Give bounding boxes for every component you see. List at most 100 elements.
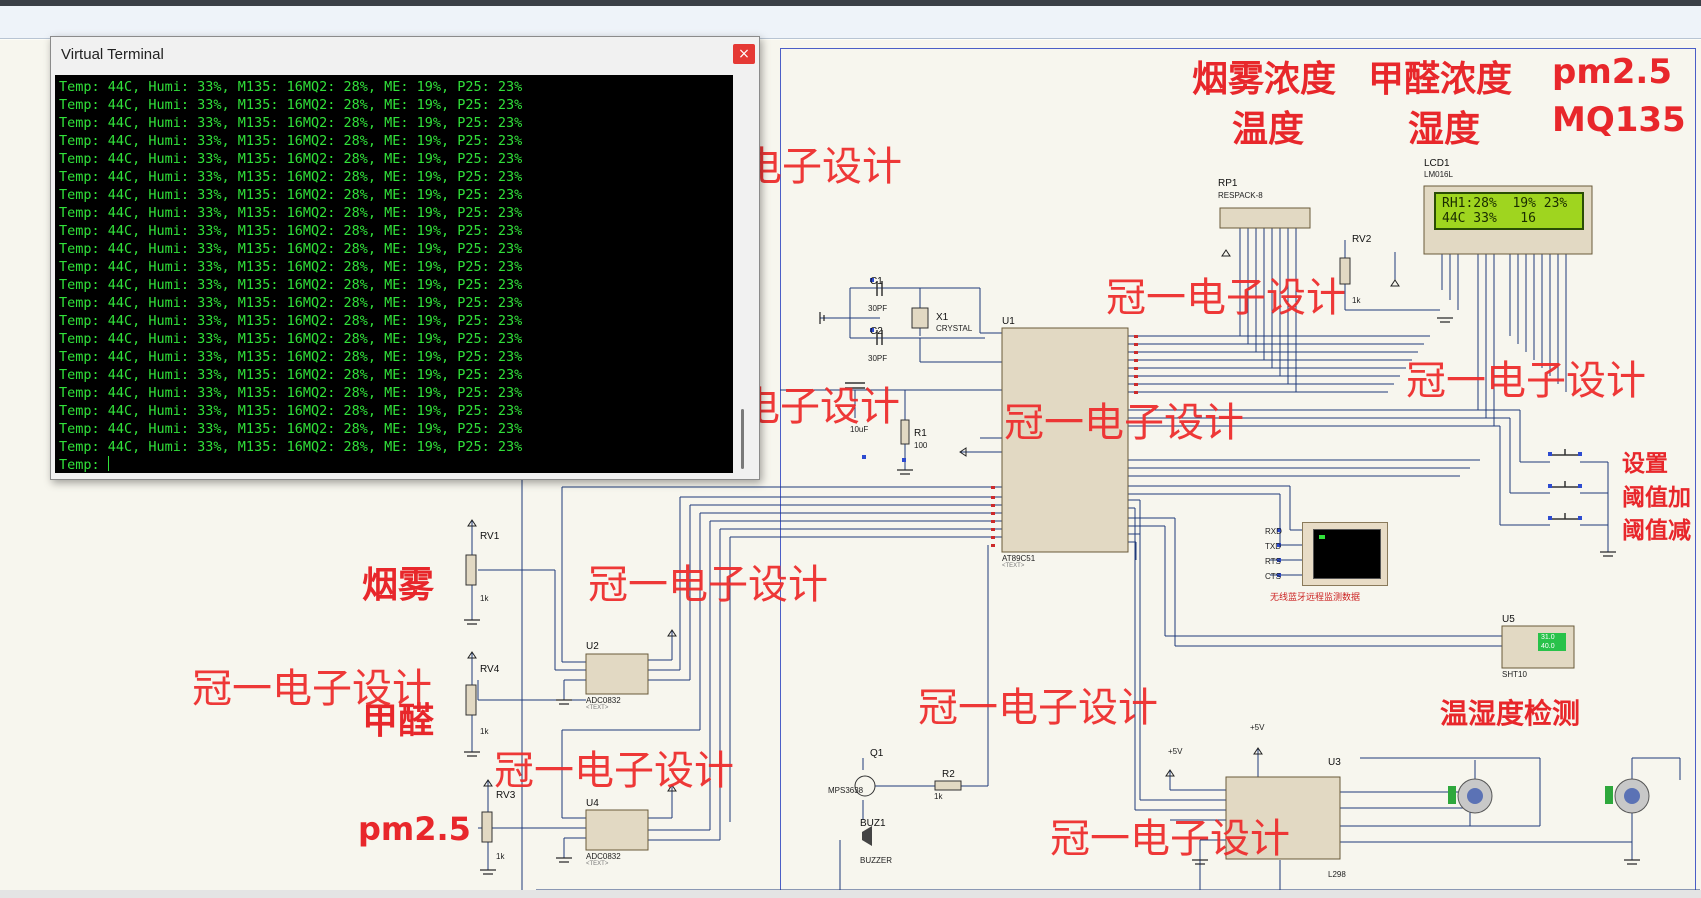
lcd-display: RH1:28% 19% 23% 44C 33% 16 — [1434, 192, 1584, 230]
terminal-line: Temp: 44C, Humi: 33%, M135: 16MQ2: 28%, … — [59, 259, 523, 275]
watermark: 冠一电子设计 — [1406, 358, 1646, 404]
virtual-terminal-titlebar[interactable]: Virtual Terminal × — [51, 37, 759, 71]
close-icon: × — [738, 46, 750, 62]
vcc-label-l298-in: +5V — [1168, 747, 1183, 756]
terminal-line: Temp: 44C, Humi: 33%, M135: 16MQ2: 28%, … — [59, 403, 523, 419]
x1-part: CRYSTAL — [936, 324, 973, 333]
heading-smoke-concentration: 烟雾浓度 — [1192, 59, 1337, 100]
pin-txd: TXD — [1265, 542, 1281, 551]
terminal-scrollbar[interactable] — [733, 75, 753, 473]
u5-part: SHT10 — [1502, 670, 1527, 679]
q1-part: MPS3638 — [828, 786, 864, 795]
text-cursor-icon — [107, 456, 109, 471]
terminal-line: Temp: 44C, Humi: 33%, M135: 16MQ2: 28%, … — [59, 295, 523, 311]
crystal-body[interactable] — [911, 307, 929, 329]
terminal-line: Temp: 44C, Humi: 33%, M135: 16MQ2: 28%, … — [59, 385, 523, 401]
lcd-line-2: 44C 33% 16 — [1442, 211, 1536, 226]
q1-ref: Q1 — [870, 748, 884, 759]
terminal-line: Temp: 44C, Humi: 33%, M135: 16MQ2: 28%, … — [59, 97, 523, 113]
terminal-line: Temp: 44C, Humi: 33%, M135: 16MQ2: 28%, … — [59, 223, 523, 239]
rv2-value: 1k — [1352, 296, 1361, 305]
buz1-ref: BUZ1 — [860, 818, 886, 829]
rv3-body[interactable] — [481, 811, 493, 843]
watermark: 冠一电子设计 — [588, 562, 828, 608]
respack-body[interactable] — [1219, 207, 1311, 229]
terminal-prompt: Temp: — [59, 457, 108, 473]
u3-ref: U3 — [1328, 757, 1341, 768]
terminal-line: Temp: 44C, Humi: 33%, M135: 16MQ2: 28%, … — [59, 421, 523, 437]
heading-mq135: MQ135 — [1552, 100, 1686, 140]
adc-u4-body[interactable] — [585, 809, 649, 851]
c2-ref: C2 — [870, 326, 883, 337]
terminal-line: Temp: 44C, Humi: 33%, M135: 16MQ2: 28%, … — [59, 367, 523, 383]
label-pm25-sensor: pm2.5 — [358, 810, 471, 848]
terminal-line: Temp: 44C, Humi: 33%, M135: 16MQ2: 28%, … — [59, 349, 523, 365]
terminal-line: Temp: 44C, Humi: 33%, M135: 16MQ2: 28%, … — [59, 151, 523, 167]
u2-text-tag: <TEXT> — [586, 705, 609, 711]
heading-humidity: 湿度 — [1408, 109, 1481, 150]
rp1-part: RESPACK-8 — [1218, 191, 1263, 200]
r1-body[interactable] — [900, 419, 910, 445]
c2-value: 30PF — [868, 354, 888, 363]
r2-ref: R2 — [942, 769, 955, 780]
u2-ref: U2 — [586, 641, 599, 652]
terminal-line: Temp: 44C, Humi: 33%, M135: 16MQ2: 28%, … — [59, 133, 523, 149]
heading-pm25: pm2.5 — [1552, 52, 1672, 92]
heading-formaldehyde-concentration: 甲醛浓度 — [1368, 59, 1513, 100]
adc-u2-body[interactable] — [585, 653, 649, 695]
rv1-value: 1k — [480, 594, 489, 603]
horizontal-scrollbar[interactable] — [0, 890, 1701, 898]
c1-ref: C1 — [870, 276, 883, 287]
terminal-lines: Temp: 44C, Humi: 33%, M135: 16MQ2: 28%, … — [59, 78, 522, 473]
rv4-value: 1k — [480, 727, 489, 736]
r2-value: 1k — [934, 792, 943, 801]
u1-text-tag: <TEXT> — [1002, 563, 1025, 569]
watermark: 冠一电子设计 — [494, 748, 734, 794]
watermark: 冠一电子设计 — [918, 685, 1158, 731]
rv1-ref: RV1 — [480, 531, 500, 542]
u3-part: L298 — [1328, 870, 1346, 879]
r2-body[interactable] — [934, 780, 962, 791]
terminal-line: Temp: 44C, Humi: 33%, M135: 16MQ2: 28%, … — [59, 187, 523, 203]
bluetooth-terminal-screen — [1313, 529, 1381, 579]
pin-rxd: RXD — [1265, 527, 1282, 536]
rv4-body[interactable] — [465, 684, 477, 716]
watermark: 冠一电子设计 — [192, 666, 432, 712]
bluetooth-terminal-instrument[interactable] — [1302, 522, 1388, 586]
terminal-line: Temp: 44C, Humi: 33%, M135: 16MQ2: 28%, … — [59, 439, 523, 455]
u1-ref: U1 — [1002, 316, 1015, 327]
motor-2-icon[interactable] — [1605, 778, 1650, 814]
pin-rts: RTS — [1265, 557, 1281, 566]
x1-ref: X1 — [936, 312, 949, 323]
c1-value: 30PF — [868, 304, 888, 313]
virtual-terminal-window[interactable]: Virtual Terminal × Temp: 44C, Humi: 33%,… — [50, 36, 760, 480]
lcd-part: LM016L — [1424, 170, 1453, 179]
label-temp-humidity-detect: 温湿度检测 — [1440, 697, 1581, 730]
watermark: 冠一电子设计 — [1004, 400, 1244, 446]
terminal-prompt-line: Temp: — [59, 456, 522, 473]
u5-ref: U5 — [1502, 614, 1515, 625]
label-threshold-up: 阈值加 — [1622, 485, 1691, 511]
buz1-part: BUZZER — [860, 856, 892, 865]
watermark: 冠一电子设计 — [1106, 275, 1346, 321]
rp1-ref: RP1 — [1218, 178, 1238, 189]
scrollbar-thumb[interactable] — [741, 409, 744, 469]
label-set: 设置 — [1622, 451, 1668, 477]
buzzer-icon — [862, 826, 872, 846]
terminal-line: Temp: 44C, Humi: 33%, M135: 16MQ2: 28%, … — [59, 331, 523, 347]
terminal-line: Temp: 44C, Humi: 33%, M135: 16MQ2: 28%, … — [59, 169, 523, 185]
rv3-value: 1k — [496, 852, 505, 861]
sht10-humi-readout: 40.0 — [1541, 643, 1555, 650]
r1-value: 100 — [914, 441, 928, 450]
rv4-ref: RV4 — [480, 664, 500, 675]
label-threshold-down: 阈值减 — [1622, 518, 1691, 544]
close-button[interactable]: × — [733, 44, 755, 64]
rv1-body[interactable] — [465, 554, 477, 586]
u4-part: ADC0832 — [586, 852, 621, 861]
sht10-temp-readout: 31.0 — [1541, 634, 1555, 641]
terminal-output[interactable]: Temp: 44C, Humi: 33%, M135: 16MQ2: 28%, … — [55, 75, 733, 473]
terminal-line: Temp: 44C, Humi: 33%, M135: 16MQ2: 28%, … — [59, 313, 523, 329]
u1-part: AT89C51 — [1002, 554, 1036, 563]
terminal-cursor-icon — [1319, 535, 1325, 539]
label-smoke-sensor: 烟雾 — [362, 565, 435, 606]
